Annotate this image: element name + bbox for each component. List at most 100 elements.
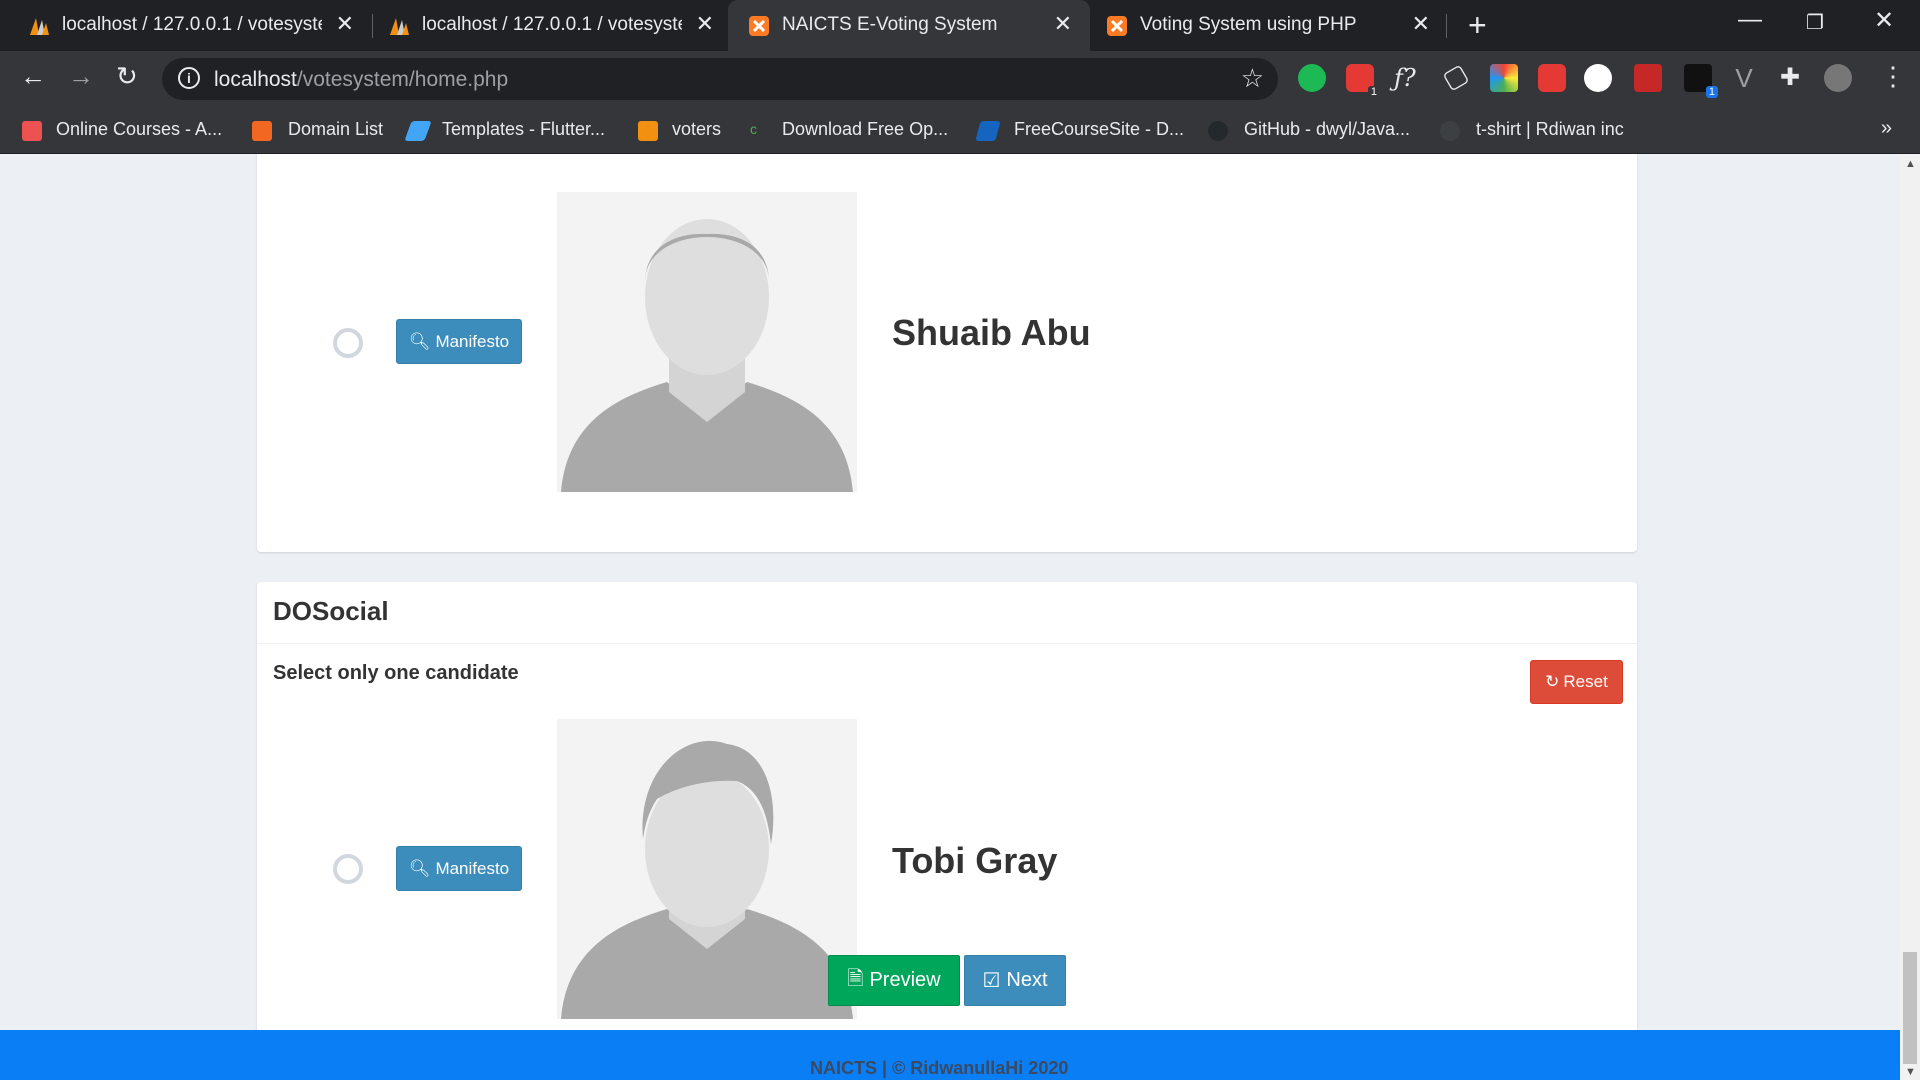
codester-icon: c: [750, 121, 757, 137]
scrollbar-thumb[interactable]: [1903, 952, 1917, 1064]
extension-badge: 1: [1705, 86, 1718, 98]
position-box: 🔍︎ Manifesto Shuaib Abu: [257, 154, 1637, 552]
bookmark-online-courses[interactable]: Online Courses - A...: [56, 119, 222, 140]
browser-tab-strip: localhost / 127.0.0.1 / votesystem ✕ loc…: [0, 0, 1920, 51]
person-avatar-icon: [557, 192, 857, 492]
back-arrow-icon[interactable]: ←: [20, 61, 46, 92]
preview-button[interactable]: 🗎 Preview: [828, 955, 960, 1006]
bookmarks-bar: Online Courses - A... Domain List Templa…: [0, 107, 1920, 154]
reset-button[interactable]: ↻ Reset: [1530, 660, 1623, 704]
position-title: DOSocial: [273, 596, 389, 626]
more-menu-icon[interactable]: ⋮: [1880, 61, 1906, 92]
tab-title: localhost / 127.0.0.1 / votesystem: [422, 14, 682, 35]
phpmyadmin-icon: [30, 18, 49, 35]
phpmyadmin-icon: [638, 121, 658, 141]
udemy-icon: [22, 121, 42, 141]
bookmark-templates-flutter[interactable]: Templates - Flutter...: [442, 119, 605, 140]
font-extension-icon[interactable]: ƒ?: [1394, 64, 1422, 92]
new-tab-plus-icon[interactable]: +: [1468, 7, 1487, 44]
file-icon: 🗎: [847, 967, 864, 990]
site-info-icon[interactable]: i: [178, 67, 200, 89]
close-icon[interactable]: ✕: [696, 11, 714, 37]
tab-voting-php[interactable]: Voting System using PHP ✕: [1090, 0, 1448, 51]
tab-title: Voting System using PHP: [1140, 14, 1357, 35]
tab-phpmyadmin-1[interactable]: localhost / 127.0.0.1 / votesystem ✕: [0, 0, 372, 51]
manifesto-button[interactable]: 🔍︎ Manifesto: [396, 319, 522, 364]
candidate-photo: [557, 719, 857, 1019]
address-bar[interactable]: i localhost/votesystem/home.php ☆: [162, 58, 1278, 100]
ballot-actions: 🗎 Preview ☑ Next: [828, 955, 1066, 1006]
position-header: DOSocial: [257, 582, 1637, 644]
pdf-extension-icon[interactable]: [1634, 64, 1662, 92]
pinwheel-extension-icon[interactable]: [1490, 64, 1518, 92]
search-icon: 🔍︎: [408, 331, 431, 351]
bookmarks-overflow-icon[interactable]: »: [1881, 117, 1892, 140]
cube-extension-icon[interactable]: 1: [1684, 64, 1718, 98]
page-viewport: 🔍︎ Manifesto Shuaib Abu DOSocial Select …: [0, 154, 1920, 1080]
candidate-radio[interactable]: [333, 854, 363, 884]
bookmark-voters[interactable]: voters: [672, 119, 721, 140]
check-extension-icon[interactable]: [1298, 64, 1326, 92]
manifesto-label: Manifesto: [435, 858, 510, 878]
vue-extension-icon[interactable]: V: [1730, 64, 1758, 92]
window-close-icon[interactable]: ✕: [1874, 6, 1894, 35]
github-icon: [1208, 121, 1228, 141]
selection-instruction: Select only one candidate: [273, 662, 519, 684]
wordpress-icon: [1440, 121, 1460, 141]
tab-phpmyadmin-2[interactable]: localhost / 127.0.0.1 / votesystem ✕: [360, 0, 732, 51]
tab-title: NAICTS E-Voting System: [782, 14, 998, 35]
mendeley-extension-icon[interactable]: [1538, 64, 1566, 92]
bookmark-domain-list[interactable]: Domain List: [288, 119, 383, 140]
manifesto-label: Manifesto: [435, 331, 510, 351]
puzzle-extensions-icon[interactable]: ✚: [1776, 64, 1804, 92]
url-host: localhost: [214, 68, 297, 91]
tab-separator: [1446, 14, 1447, 38]
forward-arrow-icon[interactable]: →: [68, 61, 94, 92]
xampp-icon: [1107, 16, 1127, 36]
vertical-scrollbar[interactable]: ▲ ▼: [1900, 154, 1920, 1080]
close-icon[interactable]: ✕: [336, 11, 354, 37]
next-label: Next: [1006, 969, 1048, 991]
page-footer: NAICTS | © RidwanullaHi 2020: [0, 1030, 1900, 1080]
tab-evoting-active[interactable]: NAICTS E-Voting System ✕: [728, 0, 1090, 51]
profile-avatar[interactable]: [1824, 64, 1852, 92]
candidate-radio[interactable]: [333, 328, 363, 358]
reload-icon[interactable]: ↻: [116, 61, 138, 92]
search-icon: 🔍︎: [408, 858, 431, 878]
url-text[interactable]: localhost/votesystem/home.php: [214, 68, 508, 92]
refresh-icon: ↻: [1545, 672, 1560, 691]
freecoursesite-icon: [975, 121, 1001, 141]
url-path: /votesystem/home.php: [296, 68, 509, 91]
preview-label: Preview: [869, 969, 941, 991]
flutter-icon: [404, 121, 432, 141]
candidate-name: Shuaib Abu: [892, 312, 1091, 353]
tab-title: localhost / 127.0.0.1 / votesystem: [62, 14, 322, 35]
reset-label: Reset: [1563, 672, 1608, 691]
bookmark-github[interactable]: GitHub - dwyl/Java...: [1244, 119, 1410, 140]
namecheap-icon: [252, 121, 272, 141]
restore-icon[interactable]: ❐: [1806, 10, 1824, 35]
browser-toolbar: ← → ↻ i localhost/votesystem/home.php ☆ …: [0, 51, 1920, 107]
candidate-name: Tobi Gray: [892, 840, 1058, 881]
minimize-icon[interactable]: —: [1738, 6, 1762, 34]
bookmark-star-icon[interactable]: ☆: [1241, 63, 1264, 94]
eraser-extension-icon[interactable]: [1442, 64, 1470, 92]
scroll-up-arrow-icon[interactable]: ▲: [1905, 158, 1916, 170]
bookmark-tshirt[interactable]: t-shirt | Rdiwan inc: [1476, 119, 1624, 140]
person-avatar-icon: [557, 719, 857, 1019]
manifesto-button[interactable]: 🔍︎ Manifesto: [396, 846, 522, 891]
extension-badge: 1: [1367, 86, 1380, 98]
bookmark-freecoursesite[interactable]: FreeCourseSite - D...: [1014, 119, 1184, 140]
xampp-icon: [749, 16, 769, 36]
close-icon[interactable]: ✕: [1412, 11, 1430, 37]
footer-copyright: NAICTS | © RidwanullaHi 2020: [810, 1058, 1069, 1078]
next-button[interactable]: ☑ Next: [964, 955, 1066, 1006]
globe-extension-icon[interactable]: [1584, 64, 1612, 92]
scroll-down-arrow-icon[interactable]: ▼: [1905, 1066, 1916, 1078]
record-extension-icon[interactable]: 1: [1346, 64, 1380, 98]
check-square-icon: ☑: [982, 970, 1001, 992]
candidate-photo: [557, 192, 857, 492]
close-icon[interactable]: ✕: [1054, 11, 1072, 37]
phpmyadmin-icon: [390, 18, 409, 35]
bookmark-download-free[interactable]: Download Free Op...: [782, 119, 948, 140]
